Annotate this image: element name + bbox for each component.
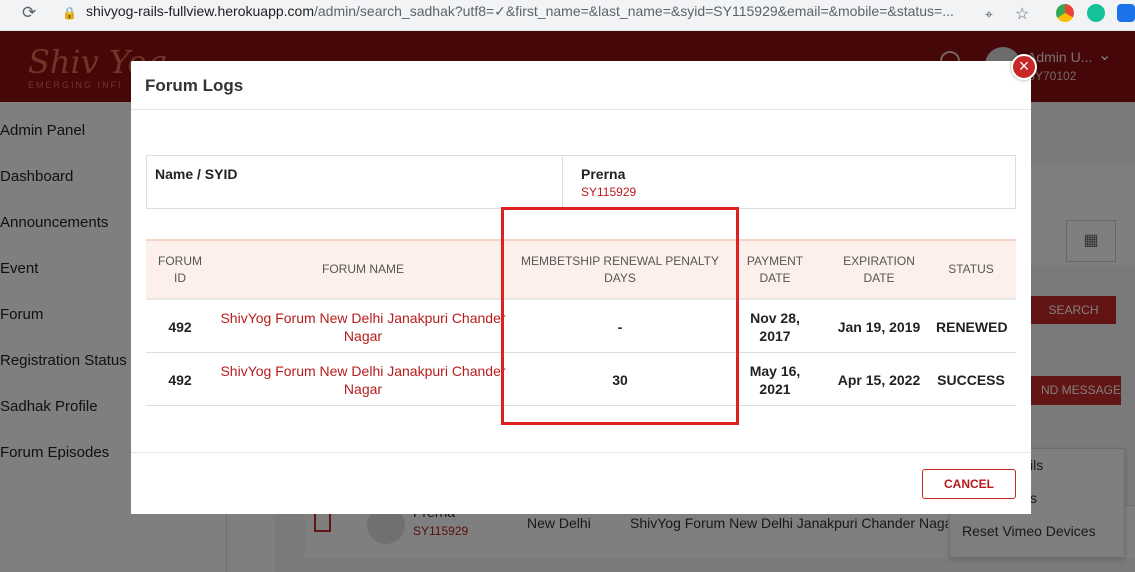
header-payment-date: PAYMENT DATE [746, 254, 804, 285]
lock-icon[interactable]: 🔒 [62, 6, 77, 20]
forum-name-link[interactable]: ShivYog Forum New Delhi Janakpuri Chande… [218, 362, 508, 398]
forum-logs-modal: Forum Logs Name / SYID Prerna SY115929 F… [131, 61, 1031, 514]
browser-toolbar: ⟳ 🔒 shivyog-rails-fullview.herokuapp.com… [0, 0, 1135, 31]
close-icon[interactable]: × [1011, 54, 1037, 80]
info-label-cell: Name / SYID [147, 156, 563, 208]
header-status: STATUS [948, 262, 994, 276]
forum-name-link[interactable]: ShivYog Forum New Delhi Janakpuri Chande… [218, 309, 508, 345]
status-badge: SUCCESS [937, 372, 1005, 388]
extension-icon[interactable] [1117, 4, 1135, 22]
status-badge: RENEWED [936, 319, 1008, 335]
bookmark-star-icon[interactable]: ☆ [1015, 4, 1029, 24]
sadhak-syid: SY115929 [581, 185, 637, 199]
forum-id: 492 [168, 319, 192, 335]
expiration-date: Apr 15, 2022 [837, 372, 921, 388]
location-icon[interactable]: ⌖ [985, 6, 993, 23]
url-host: shivyog-rails-fullview.herokuapp.com [86, 3, 314, 19]
annotation-highlight-box [501, 207, 739, 425]
modal-header: Forum Logs [131, 61, 1031, 110]
reload-icon[interactable]: ⟳ [22, 3, 36, 23]
payment-date: May 16, 2021 [749, 363, 801, 397]
payment-date: Nov 28, 2017 [750, 310, 800, 344]
modal-footer: CANCEL [131, 452, 1031, 514]
expiration-date: Jan 19, 2019 [837, 319, 921, 335]
header-forum-name: FORUM NAME [322, 262, 404, 276]
sadhak-name: Prerna [581, 166, 626, 182]
info-label: Name / SYID [155, 166, 238, 182]
sadhak-info-table: Name / SYID Prerna SY115929 [146, 155, 1016, 209]
cancel-button[interactable]: CANCEL [922, 469, 1016, 499]
address-bar[interactable]: shivyog-rails-fullview.herokuapp.com/adm… [86, 3, 971, 20]
header-expiration-date: EXPIRATION DATE [843, 254, 915, 285]
url-path: /admin/search_sadhak?utf8=✓&first_name=&… [314, 3, 954, 19]
forum-id: 492 [168, 372, 192, 388]
chrome-extension-icon[interactable] [1056, 4, 1074, 22]
header-forum-id: FORUM ID [158, 254, 202, 285]
grammarly-icon[interactable] [1087, 4, 1105, 22]
modal-title: Forum Logs [145, 76, 244, 95]
